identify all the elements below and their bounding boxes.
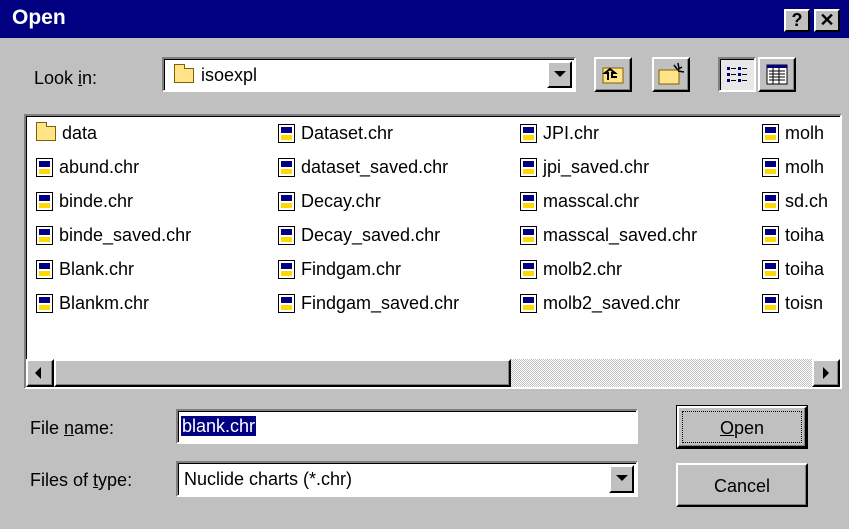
files-of-type-value: Nuclide charts (*.chr): [184, 469, 353, 489]
list-item[interactable]: Dataset.chr: [278, 120, 393, 146]
scroll-thumb[interactable]: [54, 359, 511, 387]
list-view-icon: [727, 67, 747, 82]
scroll-right-button[interactable]: [812, 359, 840, 387]
window-title: Open: [12, 6, 66, 29]
list-item[interactable]: molb2_saved.chr: [520, 290, 680, 316]
chart-file-icon: [762, 123, 779, 143]
chart-file-icon: [762, 293, 779, 313]
list-item[interactable]: sd.ch: [762, 188, 828, 214]
create-new-folder-button[interactable]: [652, 57, 690, 92]
list-item[interactable]: Findgam.chr: [278, 256, 401, 282]
files-of-type-dropdown-button[interactable]: [609, 465, 634, 493]
title-bar[interactable]: Open ? ✕: [0, 0, 849, 38]
list-item[interactable]: Decay_saved.chr: [278, 222, 440, 248]
list-item[interactable]: toiha: [762, 256, 824, 282]
folder-icon: [36, 121, 56, 141]
chart-file-icon: [762, 259, 779, 279]
list-view-button[interactable]: [718, 57, 756, 92]
chart-file-icon: [520, 225, 537, 245]
list-item[interactable]: molb2.chr: [520, 256, 622, 282]
list-item[interactable]: data: [36, 120, 97, 146]
chart-file-icon: [520, 191, 537, 211]
details-view-button[interactable]: [758, 57, 796, 92]
chart-file-icon: [762, 157, 779, 177]
list-item[interactable]: molh: [762, 120, 824, 146]
file-list[interactable]: data abund.chr binde.chr binde_saved.chr…: [24, 114, 842, 389]
list-item[interactable]: binde_saved.chr: [36, 222, 191, 248]
arrow-left-icon: [35, 367, 41, 379]
details-view-icon: [766, 64, 788, 85]
files-of-type-select[interactable]: Nuclide charts (*.chr): [176, 461, 638, 497]
chart-file-icon: [520, 157, 537, 177]
file-name-value: blank.chr: [181, 416, 257, 436]
chart-file-icon: [762, 191, 779, 211]
horizontal-scrollbar[interactable]: [26, 359, 840, 387]
chart-file-icon: [278, 123, 295, 143]
chart-file-icon: [278, 191, 295, 211]
list-item[interactable]: abund.chr: [36, 154, 139, 180]
list-item[interactable]: toiha: [762, 222, 824, 248]
chart-file-icon: [278, 293, 295, 313]
chart-file-icon: [278, 225, 295, 245]
arrow-right-icon: [823, 367, 829, 379]
up-one-level-button[interactable]: [594, 57, 632, 92]
help-button[interactable]: ?: [784, 9, 810, 32]
chart-file-icon: [278, 259, 295, 279]
up-folder-icon: [602, 67, 624, 84]
list-item[interactable]: JPI.chr: [520, 120, 599, 146]
look-in-value: isoexpl: [201, 65, 258, 85]
look-in-dropdown-button[interactable]: [547, 61, 572, 88]
chart-file-icon: [520, 123, 537, 143]
chart-file-icon: [36, 259, 53, 279]
list-item[interactable]: Blankm.chr: [36, 290, 149, 316]
list-item[interactable]: toisn: [762, 290, 823, 316]
list-item[interactable]: masscal.chr: [520, 188, 639, 214]
new-folder-icon: [658, 62, 685, 85]
chart-file-icon: [36, 225, 53, 245]
list-item[interactable]: Decay.chr: [278, 188, 381, 214]
chart-file-icon: [520, 259, 537, 279]
cancel-button[interactable]: Cancel: [676, 463, 808, 507]
file-name-input[interactable]: blank.chr: [176, 409, 638, 444]
chart-file-icon: [36, 191, 53, 211]
close-button[interactable]: ✕: [814, 9, 840, 32]
scroll-left-button[interactable]: [26, 359, 54, 387]
look-in-label: Look in:: [34, 68, 98, 88]
list-item[interactable]: masscal_saved.chr: [520, 222, 697, 248]
list-item[interactable]: jpi_saved.chr: [520, 154, 649, 180]
files-of-type-label: Files of type:: [30, 470, 133, 490]
list-item[interactable]: Findgam_saved.chr: [278, 290, 459, 316]
list-item[interactable]: dataset_saved.chr: [278, 154, 448, 180]
look-in-combo[interactable]: isoexpl: [162, 57, 576, 92]
chart-file-icon: [762, 225, 779, 245]
chart-file-icon: [36, 157, 53, 177]
list-item[interactable]: Blank.chr: [36, 256, 134, 282]
open-folder-icon: [174, 64, 194, 83]
open-button[interactable]: Open: [676, 405, 808, 449]
chart-file-icon: [278, 157, 295, 177]
list-item[interactable]: molh: [762, 154, 824, 180]
file-name-label: File name:: [30, 418, 115, 438]
chart-file-icon: [520, 293, 537, 313]
chart-file-icon: [36, 293, 53, 313]
list-item[interactable]: binde.chr: [36, 188, 133, 214]
